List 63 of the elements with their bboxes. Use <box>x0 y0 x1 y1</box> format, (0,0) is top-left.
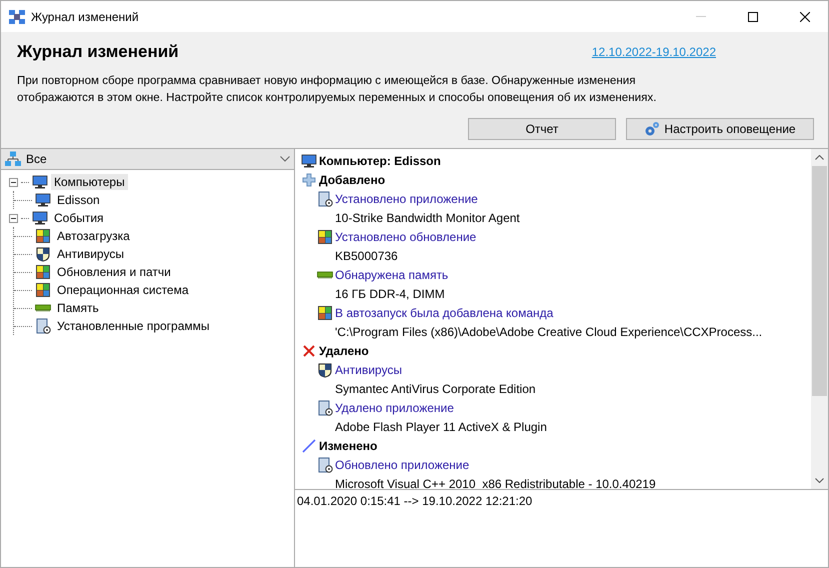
tiles-icon <box>35 228 51 244</box>
tree-item[interactable]: Обновления и патчи <box>54 264 174 280</box>
tree-item[interactable]: События <box>51 210 107 226</box>
window-title: Журнал изменений <box>31 10 140 24</box>
event-value: 10-Strike Bandwidth Monitor Agent <box>335 210 520 224</box>
tiles-icon <box>317 304 333 320</box>
maximize-icon[interactable] <box>748 12 758 22</box>
tree-item[interactable]: Установленные программы <box>54 318 213 334</box>
section-heading: Удалено <box>319 344 369 358</box>
monitor-icon <box>301 152 317 168</box>
description-text: При повторном сборе программа сравнивает новую информацию с имеющейся в базе. Обнаруженные изменения отображаются в этом окне. Настройте список контролируемых переменных и способы оповещения об их изменениях. <box>17 73 658 106</box>
tiles-icon <box>317 228 333 244</box>
report-button[interactable]: Отчет <box>468 118 616 140</box>
event-value: 'C:\Program Files (x86)\Adobe\Adobe Creative Cloud Experience\CCXProcess... <box>335 324 762 338</box>
section-heading: Добавлено <box>319 172 386 186</box>
shield-icon <box>317 362 333 378</box>
scroll-down-icon[interactable] <box>815 478 824 483</box>
notification-settings-button[interactable]: Настроить оповещение <box>626 118 814 140</box>
event-value: Microsoft Visual C++ 2010 x86 Redistributable - 10.0.40219 <box>335 476 656 489</box>
line-icon <box>301 438 317 454</box>
tiles-icon <box>35 282 51 298</box>
event-value: 16 ГБ DDR-4, DIMM <box>335 286 445 300</box>
app-icon <box>9 10 25 24</box>
section-heading: Изменено <box>319 438 378 452</box>
tree-item[interactable]: Компьютеры <box>51 174 128 190</box>
event-title[interactable]: Обнаружена память <box>335 268 448 282</box>
tiles-icon <box>35 264 51 280</box>
details-text: 04.01.2020 0:15:41 --> 19.10.2022 12:21:20 <box>297 494 532 508</box>
event-title[interactable]: Удалено приложение <box>335 400 454 414</box>
application-icon <box>317 400 333 416</box>
monitor-icon <box>32 174 48 190</box>
gears-icon <box>644 121 660 137</box>
section-heading: Компьютер: Edisson <box>319 154 441 168</box>
event-value: KB5000736 <box>335 248 398 262</box>
chevron-down-icon <box>280 156 290 162</box>
application-icon <box>35 318 51 334</box>
shield-icon <box>35 246 51 262</box>
event-title[interactable]: Установлено обновление <box>335 230 476 244</box>
close-icon <box>301 342 317 358</box>
tree-item[interactable]: Антивирусы <box>54 246 127 262</box>
page-title: Журнал изменений <box>17 42 179 62</box>
collapse-toggle[interactable] <box>9 178 18 186</box>
filter-dropdown[interactable]: Все <box>1 149 294 170</box>
tree-item[interactable]: Edisson <box>54 192 103 208</box>
monitor-icon <box>32 210 48 226</box>
network-icon <box>5 151 21 167</box>
event-title[interactable]: В автозапуск была добавлена команда <box>335 306 554 320</box>
application-icon <box>317 456 333 472</box>
scrollbar[interactable] <box>811 149 828 489</box>
monitor-icon <box>35 192 51 208</box>
event-value: Symantec AntiVirus Corporate Edition <box>335 382 536 396</box>
event-title[interactable]: Установлено приложение <box>335 192 478 206</box>
application-icon <box>317 190 333 206</box>
tree-item[interactable]: Операционная система <box>54 282 192 298</box>
tree-item[interactable]: Память <box>54 300 102 316</box>
event-value: Adobe Flash Player 11 ActiveX & Plugin <box>335 420 547 434</box>
close-icon[interactable] <box>800 12 810 22</box>
plus-icon <box>301 172 317 188</box>
event-title[interactable]: Обновлено приложение <box>335 458 470 472</box>
scroll-up-icon[interactable] <box>815 155 824 160</box>
tree-item[interactable]: Автозагрузка <box>54 228 133 244</box>
collapse-toggle[interactable] <box>9 214 18 222</box>
event-title[interactable]: Антивирусы <box>335 362 402 376</box>
